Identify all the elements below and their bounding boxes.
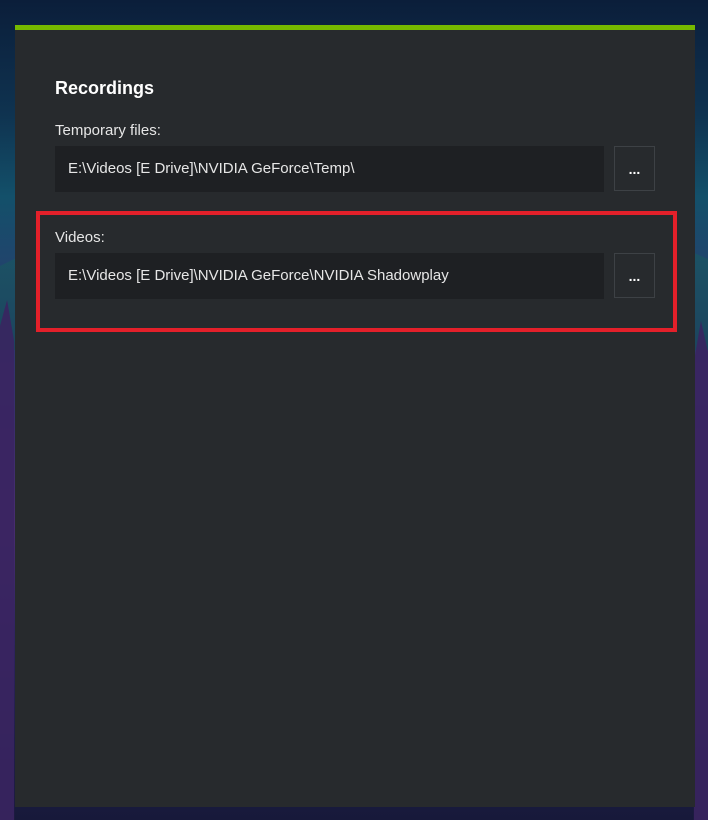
videos-label: Videos: xyxy=(55,229,105,246)
videos-path-field[interactable]: E:\Videos [E Drive]\NVIDIA GeForce\NVIDI… xyxy=(55,253,604,299)
videos-browse-button[interactable]: ... xyxy=(614,253,655,298)
section-title: Recordings xyxy=(55,78,155,98)
recordings-settings-panel: Recordings Temporary files: E:\Videos [E… xyxy=(15,25,695,807)
temporary-files-browse-button[interactable]: ... xyxy=(614,146,655,191)
temporary-files-label: Temporary files: xyxy=(55,122,161,139)
temporary-files-path-field[interactable]: E:\Videos [E Drive]\NVIDIA GeForce\Temp\ xyxy=(55,146,604,192)
